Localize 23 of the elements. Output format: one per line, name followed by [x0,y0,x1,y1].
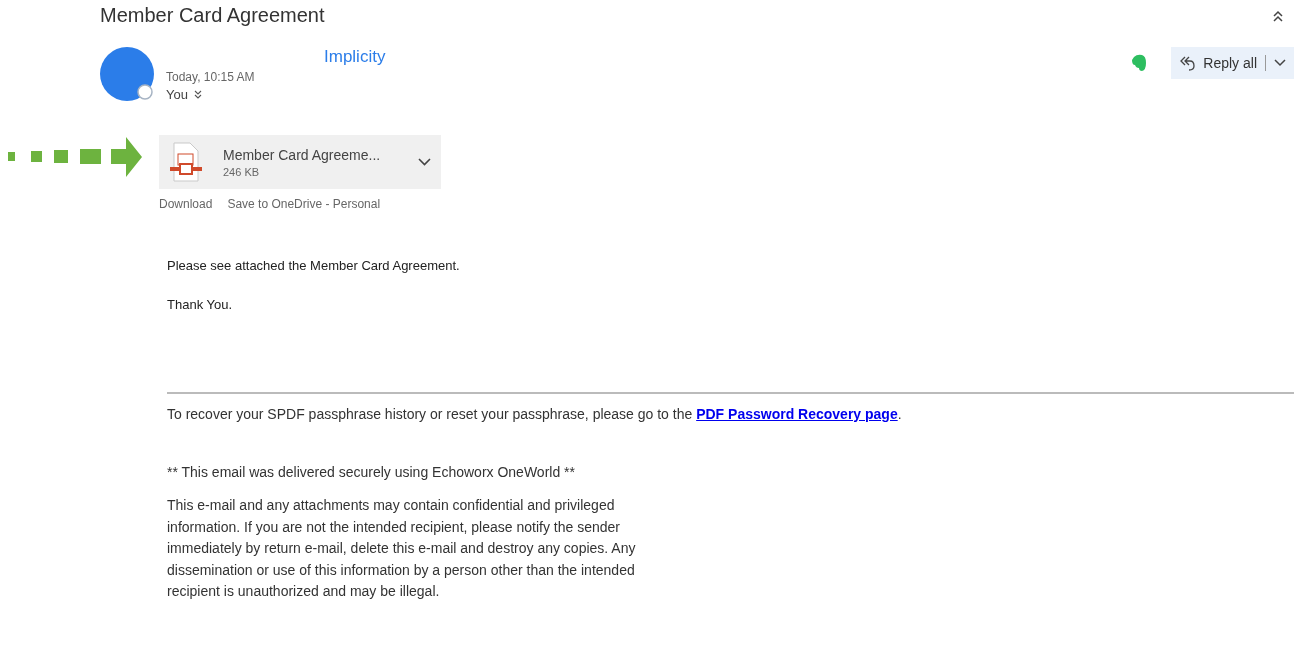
reply-all-icon [1179,55,1196,71]
chevron-down-icon[interactable] [418,158,431,166]
attachment-name: Member Card Agreeme... [223,146,382,163]
expand-icon[interactable] [193,90,202,99]
avatar-icon [100,47,156,103]
attachment-action-link[interactable]: Download [159,197,213,211]
attachment-card[interactable]: Member Card Agreeme... 246 KB [159,135,441,189]
recovery-notice: To recover your SPDF passphrase history or reset your passphrase, please go to the PDF Password Recovery page. [167,406,903,422]
collapse-icon[interactable] [1272,8,1284,23]
attachment-size: 246 KB [223,165,261,178]
attachment-action-link[interactable]: Save to OneDrive - Personal [227,197,381,211]
caret-icon[interactable] [1274,59,1286,67]
body-paragraph: Please see attached the Member Card Agreement. [167,258,461,273]
recovery-link[interactable]: PDF Password Recovery page [696,406,898,422]
disclaimer-text: This e-mail and any attachments may contain confidential and privileged information. If you are not the intended recipient, please notify the sender immediately by return e-mail, delete this e-mail and destroy any copies. Any dissemination or use of this information by a person other than the intended recipient is unauthorized and may be illegal. [167,496,637,602]
recipient: You [166,87,188,102]
reply-all-button[interactable]: Reply all [1171,47,1294,79]
delivery-notice: ** This email was delivered securely using Echoworx OneWorld ** [167,464,576,480]
pdf-file-icon [169,142,203,182]
sent-time: Today, 10:15 AM [166,70,256,84]
email-subject: Member Card Agreement [100,4,325,27]
sender-name[interactable]: Implicity [324,47,1132,69]
body-paragraph: Thank You. [167,297,234,312]
